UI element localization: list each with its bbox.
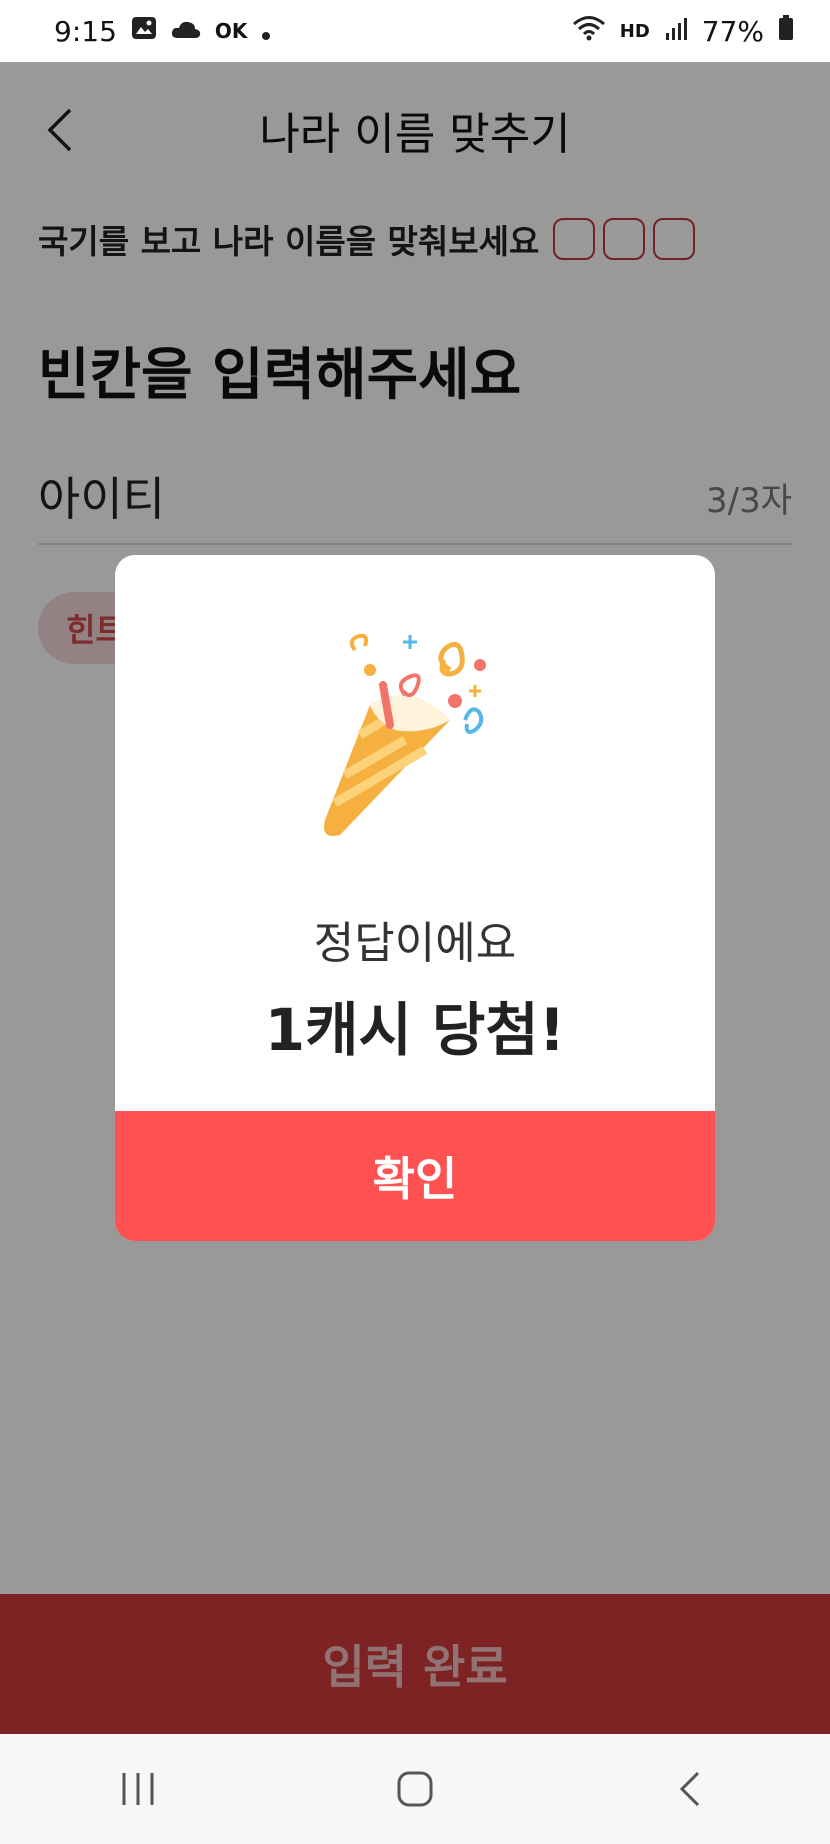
status-bar: 9:15 OK HD 77% [0,0,830,62]
status-time: 9:15 [54,14,117,48]
home-button[interactable] [355,1749,475,1829]
reward-modal: 정답이에요 1캐시 당첨! 확인 [115,555,715,1241]
hd-voice-icon: HD [619,20,650,42]
cloud-icon [171,17,201,45]
wifi-icon [572,15,606,48]
signal-icon [664,15,688,48]
recent-apps-icon [122,1773,154,1805]
confirm-button[interactable]: 확인 [115,1111,715,1241]
modal-title: 1캐시 당첨! [264,996,566,1064]
gallery-icon [131,16,157,46]
recent-apps-button[interactable] [78,1749,198,1829]
dot-icon [261,15,271,48]
battery-percent: 77% [701,14,764,48]
status-right: HD 77% [572,14,794,48]
app-screen: 9:15 OK HD 77% 나라 이름 맞추기 국기를 보고 나라 이름을 맞… [0,0,830,1844]
party-popper-icon [315,625,525,845]
ok-icon: OK [214,19,248,43]
system-nav-bar [0,1734,830,1844]
home-icon [397,1771,433,1807]
confirm-label: 확인 [372,1152,458,1206]
modal-subtitle: 정답이에요 [313,918,517,969]
status-left: 9:15 OK [54,15,271,48]
nav-back-button[interactable] [632,1749,752,1829]
battery-icon [778,14,794,48]
back-icon [679,1771,699,1807]
